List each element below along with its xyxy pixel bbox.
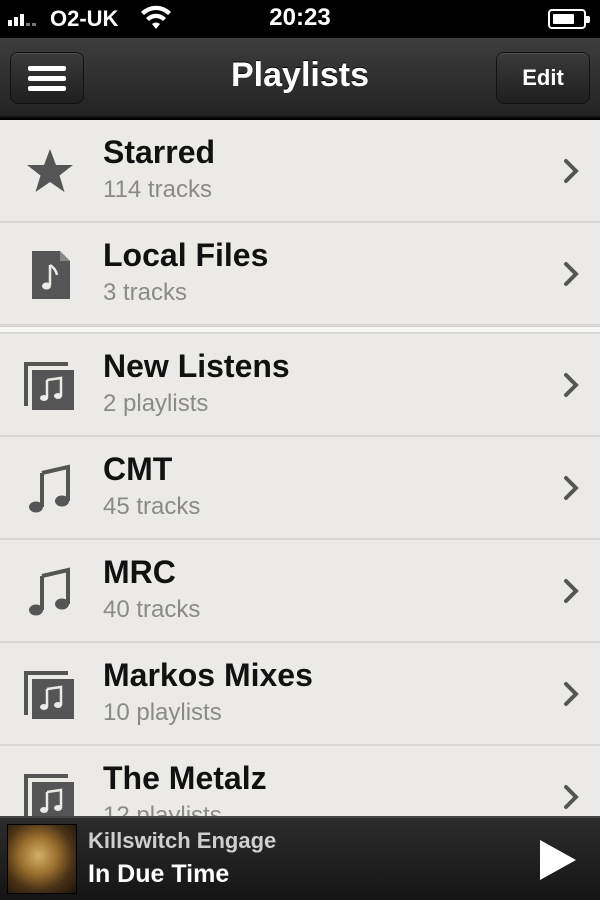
list-item-title: MRC bbox=[103, 554, 176, 590]
list-item-subtitle: 45 tracks bbox=[103, 493, 201, 520]
chevron-right-icon bbox=[564, 262, 579, 286]
list-item-subtitle: 3 tracks bbox=[103, 279, 188, 306]
status-bar: O2-UK 20:23 bbox=[0, 0, 600, 38]
file-music-icon bbox=[32, 251, 70, 299]
star-icon bbox=[27, 149, 73, 192]
list-item-title: The Metalz bbox=[103, 760, 267, 796]
chevron-right-icon bbox=[564, 476, 579, 500]
list-item-title: CMT bbox=[103, 451, 173, 487]
now-playing-bar[interactable]: Killswitch Engage In Due Time bbox=[0, 816, 600, 900]
list-item-subtitle: 40 tracks bbox=[103, 596, 201, 623]
battery-icon bbox=[548, 9, 590, 29]
playlist-list: Starred 114 tracks Local Files 3 tracks … bbox=[0, 120, 600, 816]
chevron-right-icon bbox=[564, 159, 579, 183]
list-item-title: New Listens bbox=[103, 348, 290, 384]
list-item-starred[interactable]: Starred 114 tracks bbox=[0, 120, 600, 223]
playlist-folder-icon bbox=[24, 774, 74, 816]
list-item-subtitle: 12 playlists bbox=[103, 802, 222, 816]
battery-level-fill bbox=[553, 14, 574, 24]
playlist-folder-icon bbox=[24, 362, 74, 410]
chevron-right-icon bbox=[564, 579, 579, 603]
list-item-cmt[interactable]: CMT 45 tracks bbox=[0, 437, 600, 540]
list-item-local-files[interactable]: Local Files 3 tracks bbox=[0, 223, 600, 326]
status-time: 20:23 bbox=[269, 4, 331, 31]
now-playing-artist: Killswitch Engage bbox=[88, 828, 277, 853]
list-item-mrc[interactable]: MRC 40 tracks bbox=[0, 540, 600, 643]
chevron-right-icon bbox=[564, 373, 579, 397]
list-item-title: Markos Mixes bbox=[103, 657, 313, 693]
chevron-right-icon bbox=[564, 785, 579, 809]
list-item-new-listens[interactable]: New Listens 2 playlists bbox=[0, 334, 600, 437]
chevron-right-icon bbox=[564, 682, 579, 706]
playlist-folder-icon bbox=[24, 671, 74, 719]
music-note-icon bbox=[29, 464, 70, 513]
list-item-title: Local Files bbox=[103, 237, 269, 273]
navigation-bar: Playlists Edit bbox=[0, 38, 600, 118]
list-item-markos-mixes[interactable]: Markos Mixes 10 playlists bbox=[0, 643, 600, 746]
list-item-the-metalz[interactable]: The Metalz 12 playlists bbox=[0, 746, 600, 816]
list-item-subtitle: 10 playlists bbox=[103, 699, 222, 726]
list-item-subtitle: 2 playlists bbox=[103, 390, 209, 417]
now-playing-track: In Due Time bbox=[88, 860, 230, 888]
play-icon[interactable] bbox=[538, 838, 578, 882]
list-item-title: Starred bbox=[103, 134, 216, 170]
music-note-icon bbox=[29, 567, 70, 616]
section-divider bbox=[0, 326, 600, 334]
edit-button[interactable]: Edit bbox=[496, 52, 590, 104]
list-item-subtitle: 114 tracks bbox=[103, 176, 212, 203]
album-art[interactable] bbox=[7, 824, 77, 894]
